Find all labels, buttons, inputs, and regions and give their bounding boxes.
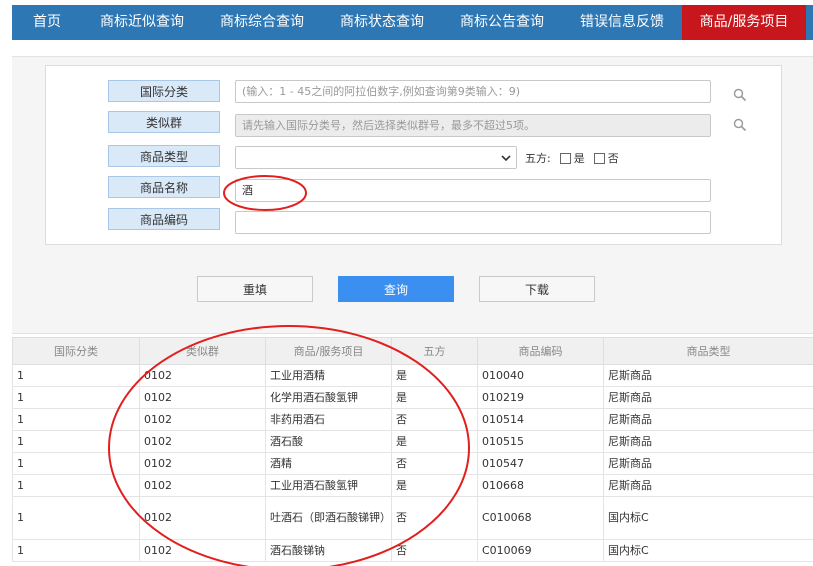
cell-similar-group: 0102	[139, 386, 266, 409]
reset-button[interactable]: 重填	[197, 276, 313, 302]
goods-name-label: 商品名称	[108, 176, 220, 198]
goods-type-select[interactable]	[235, 146, 517, 169]
five-yes-checkbox[interactable]	[559, 152, 571, 164]
goods-type-label: 商品类型	[108, 145, 220, 167]
cell-goods-type: 国内标C	[603, 496, 813, 540]
cell-goods-type: 尼斯商品	[603, 452, 813, 475]
table-row[interactable]: 1 0102 非药用酒石 否 010514 尼斯商品	[12, 408, 813, 431]
nav-announcement-search[interactable]: 商标公告查询	[442, 5, 562, 40]
cell-intl-class: 1	[12, 386, 140, 409]
cell-goods-code: 010668	[477, 474, 604, 497]
table-row[interactable]: 1 0102 吐酒石（即酒石酸锑钾） 否 C010068 国内标C	[12, 496, 813, 540]
goods-code-label: 商品编码	[108, 208, 220, 230]
query-button[interactable]: 查询	[338, 276, 454, 302]
search-icon[interactable]	[733, 88, 747, 102]
cell-goods-type: 尼斯商品	[603, 408, 813, 431]
table-header-row: 国际分类 类似群 商品/服务项目 五方 商品编码 商品类型	[12, 337, 813, 365]
cell-similar-group: 0102	[139, 496, 266, 540]
cell-goods-name: 非药用酒石	[265, 408, 392, 431]
header-similar-group[interactable]: 类似群	[139, 337, 266, 365]
cell-similar-group: 0102	[139, 474, 266, 497]
cell-similar-group: 0102	[139, 430, 266, 453]
header-goods-type[interactable]: 商品类型	[603, 337, 813, 365]
nav-error-feedback[interactable]: 错误信息反馈	[562, 5, 682, 40]
results-table: 国际分类 类似群 商品/服务项目 五方 商品编码 商品类型 1 0102 工业用…	[12, 337, 813, 562]
table-row[interactable]: 1 0102 化学用酒石酸氢钾 是 010219 尼斯商品	[12, 386, 813, 409]
cell-five-party: 是	[391, 364, 478, 387]
table-row[interactable]: 1 0102 酒精 否 010547 尼斯商品	[12, 452, 813, 475]
main-nav: 首页 商标近似查询 商标综合查询 商标状态查询 商标公告查询 错误信息反馈 商品…	[12, 5, 813, 40]
nav-comprehensive-search[interactable]: 商标综合查询	[202, 5, 322, 40]
table-row[interactable]: 1 0102 工业用酒石酸氢钾 是 010668 尼斯商品	[12, 474, 813, 497]
five-party-label: 五方:	[525, 152, 551, 165]
goods-name-input[interactable]: 酒	[235, 179, 711, 202]
cell-intl-class: 1	[12, 496, 140, 540]
intl-class-label: 国际分类	[108, 80, 220, 102]
nav-home[interactable]: 首页	[12, 5, 82, 40]
chevron-down-icon	[501, 155, 511, 162]
cell-goods-name: 化学用酒石酸氢钾	[265, 386, 392, 409]
cell-five-party: 否	[391, 408, 478, 431]
cell-five-party: 否	[391, 496, 478, 540]
cell-intl-class: 1	[12, 452, 140, 475]
five-party-filter: 五方: 是 否	[525, 150, 619, 166]
similar-group-label: 类似群	[108, 111, 220, 133]
table-row[interactable]: 1 0102 酒石酸 是 010515 尼斯商品	[12, 430, 813, 453]
five-no-label: 否	[607, 152, 619, 165]
five-no-checkbox[interactable]	[593, 152, 605, 164]
cell-goods-code: C010069	[477, 539, 604, 562]
cell-goods-type: 尼斯商品	[603, 430, 813, 453]
cell-five-party: 是	[391, 474, 478, 497]
header-goods-services[interactable]: 商品/服务项目	[265, 337, 392, 365]
nav-goods-services[interactable]: 商品/服务项目	[682, 5, 806, 40]
table-row[interactable]: 1 0102 工业用酒精 是 010040 尼斯商品	[12, 364, 813, 387]
cell-intl-class: 1	[12, 474, 140, 497]
cell-similar-group: 0102	[139, 539, 266, 562]
goods-code-input[interactable]	[235, 211, 711, 234]
similar-group-input[interactable]: 请先输入国际分类号，然后选择类似群号，最多不超过5项。	[235, 114, 711, 137]
cell-goods-code: C010068	[477, 496, 604, 540]
cell-five-party: 是	[391, 386, 478, 409]
cell-five-party: 否	[391, 539, 478, 562]
cell-goods-code: 010515	[477, 430, 604, 453]
cell-goods-type: 尼斯商品	[603, 474, 813, 497]
table-row[interactable]: 1 0102 酒石酸锑钠 否 C010069 国内标C	[12, 539, 813, 562]
cell-goods-code: 010547	[477, 452, 604, 475]
cell-intl-class: 1	[12, 408, 140, 431]
search-icon[interactable]	[733, 118, 747, 132]
nav-similar-search[interactable]: 商标近似查询	[82, 5, 202, 40]
download-button[interactable]: 下载	[479, 276, 595, 302]
cell-goods-name: 酒精	[265, 452, 392, 475]
header-intl-class[interactable]: 国际分类	[12, 337, 140, 365]
header-goods-code[interactable]: 商品编码	[477, 337, 604, 365]
intl-class-input[interactable]: (输入：1 - 45之间的阿拉伯数字,例如查询第9类输入：9)	[235, 80, 711, 103]
cell-goods-type: 国内标C	[603, 539, 813, 562]
nav-status-search[interactable]: 商标状态查询	[322, 5, 442, 40]
cell-goods-type: 尼斯商品	[603, 364, 813, 387]
cell-goods-name: 吐酒石（即酒石酸锑钾）	[265, 496, 392, 540]
cell-goods-name: 工业用酒石酸氢钾	[265, 474, 392, 497]
cell-goods-type: 尼斯商品	[603, 386, 813, 409]
cell-five-party: 否	[391, 452, 478, 475]
cell-goods-code: 010514	[477, 408, 604, 431]
cell-intl-class: 1	[12, 430, 140, 453]
cell-similar-group: 0102	[139, 408, 266, 431]
cell-goods-name: 酒石酸锑钠	[265, 539, 392, 562]
cell-goods-code: 010040	[477, 364, 604, 387]
cell-similar-group: 0102	[139, 364, 266, 387]
five-yes-label: 是	[573, 152, 585, 165]
cell-goods-name: 酒石酸	[265, 430, 392, 453]
cell-goods-code: 010219	[477, 386, 604, 409]
cell-five-party: 是	[391, 430, 478, 453]
cell-intl-class: 1	[12, 364, 140, 387]
cell-similar-group: 0102	[139, 452, 266, 475]
cell-goods-name: 工业用酒精	[265, 364, 392, 387]
cell-intl-class: 1	[12, 539, 140, 562]
header-five-party[interactable]: 五方	[391, 337, 478, 365]
